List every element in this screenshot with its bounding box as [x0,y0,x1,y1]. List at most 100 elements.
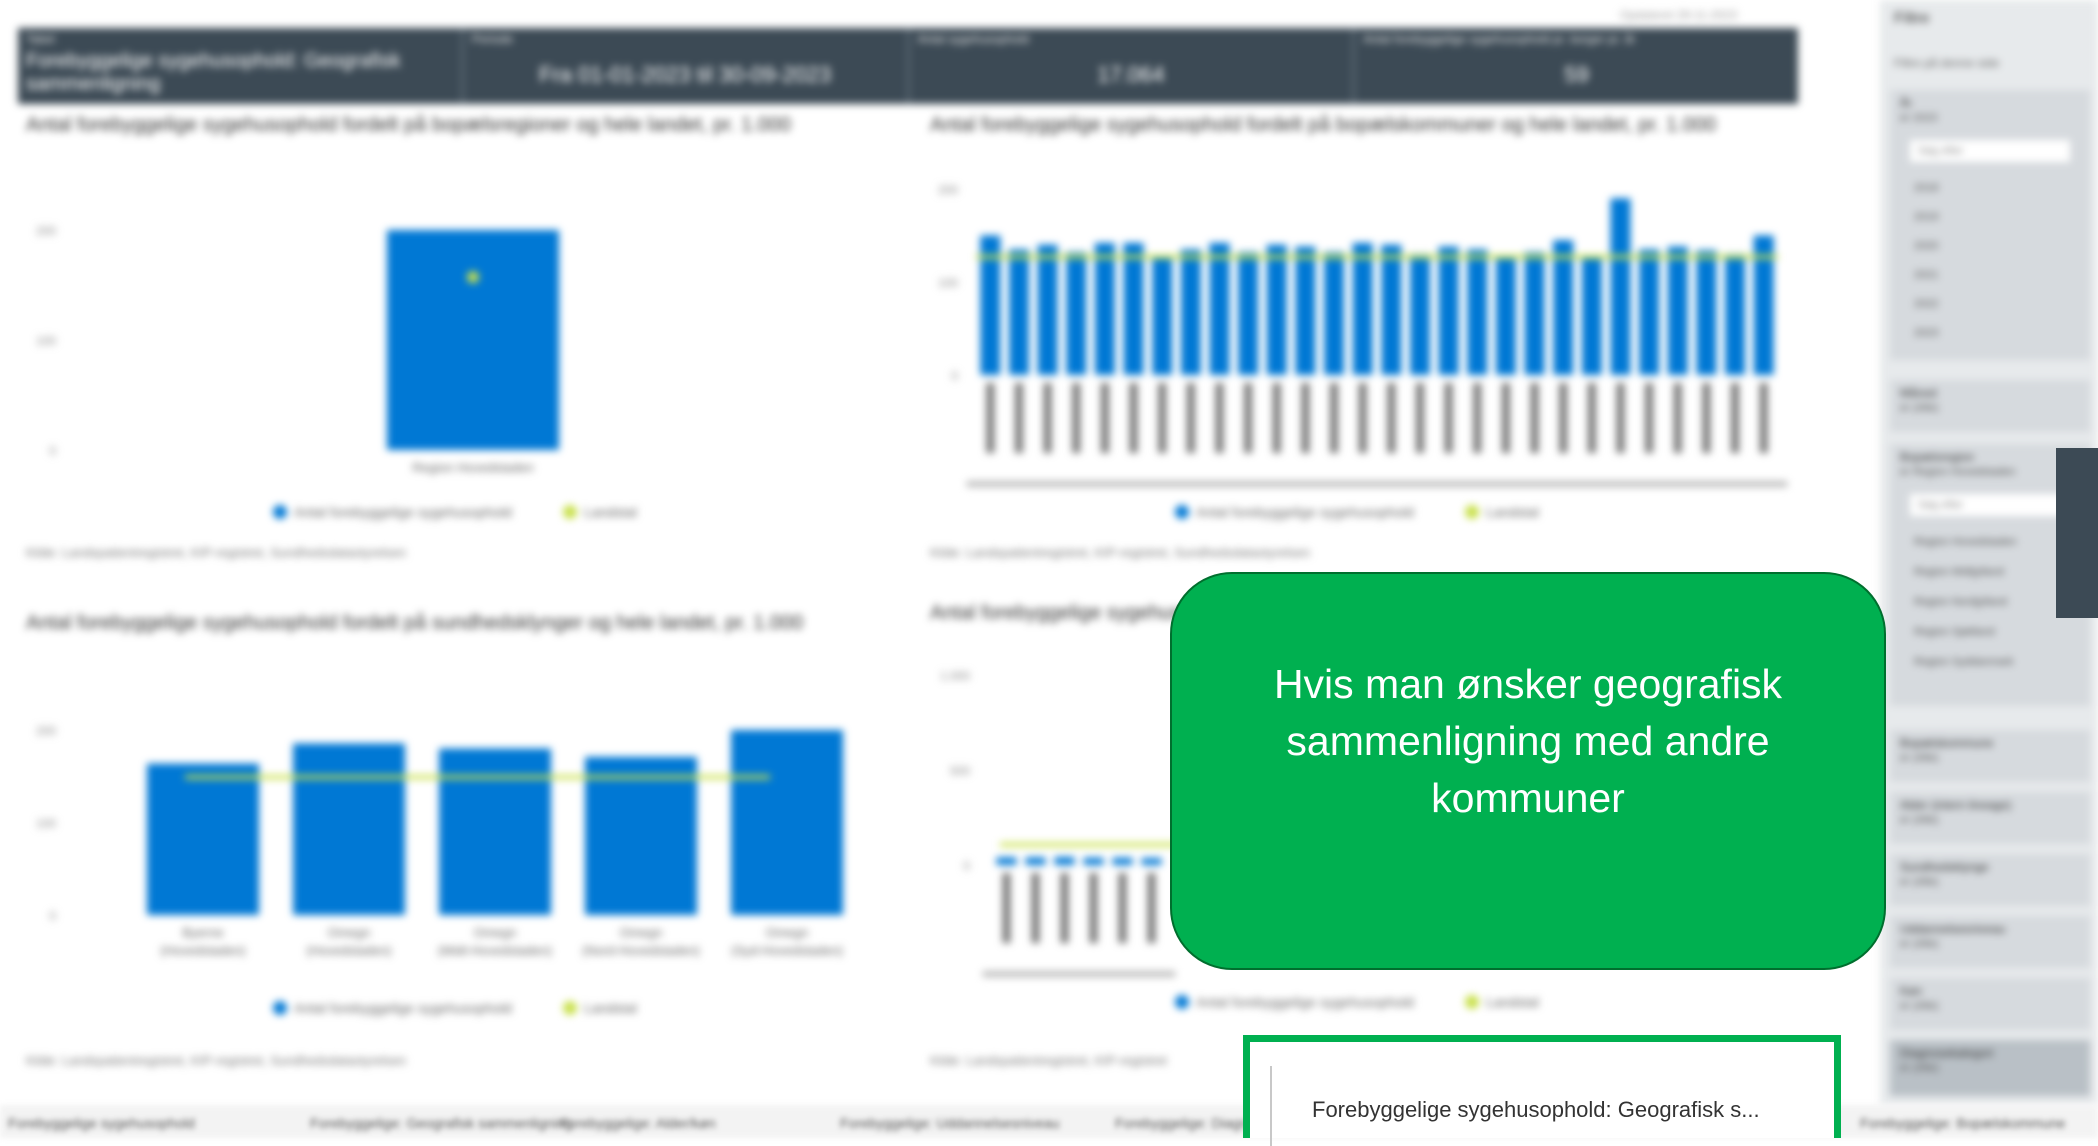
filter-card-value: er (Alle) [1900,1000,1939,1012]
x-tick-label [1645,383,1654,453]
chart-bar [387,230,559,450]
x-tick-label [1072,383,1081,453]
page-tab[interactable]: Forebyggelige: Geografisk sammenligning [310,1115,572,1131]
y-tick-label: 200 [938,183,958,197]
chart-source-other: Kilde: Landspatientregistret, KIP-regist… [930,1053,1168,1068]
chart-bar [1295,246,1316,375]
filter-option[interactable]: Region Nordjylland [1914,596,2007,608]
x-tick-label: (Midt-Hovedstaden) [438,943,552,958]
filter-card-value: er (Alle) [1900,938,1939,950]
legend-label: Landstal [584,504,637,520]
filter-card-title: Sundhedsklynge [1900,860,1989,874]
x-tick-label [1444,383,1453,453]
filter-card-title: Køn [1900,984,1923,998]
callout-bubble: Hvis man ønsker geografisk sammenligning… [1170,572,1886,970]
page-tab[interactable]: Forebyggelige: Alder/køn [560,1115,716,1131]
filter-option[interactable]: 2021 [1914,269,1938,281]
highlighted-page-tab-label: Forebyggelige sygehusophold: Geografisk … [1312,1097,1760,1122]
x-tick-label: Omegn [620,925,663,940]
x-tick-label [1060,873,1069,943]
filter-option[interactable]: 2020 [1914,240,1938,252]
y-tick-label: 0 [49,444,56,458]
x-tick-label: (Hovedstaden) [160,943,245,958]
filter-card-gender[interactable]: Køn er (Alle) [1890,978,2090,1030]
legend-label: Landstal [584,1000,637,1016]
legend-label: Antal forebyggelige sygehusophold [1196,504,1414,520]
filter-card-month[interactable]: Måned er (Alle) [1890,380,2090,432]
kpi-rate-label: Antal forebyggelige sygehusophold pr. bo… [1363,32,1636,46]
y-tick-label: 0 [49,909,56,923]
kpi-title-value: Forebyggelige sygehusophold: Geografisk … [26,50,401,95]
chart-bar [1180,249,1201,375]
legend-swatch [273,505,287,519]
chart-bar [439,748,551,915]
x-tick-label [1330,383,1339,453]
x-tick-label [1673,383,1682,453]
filter-option[interactable]: Region Midtjylland [1914,566,2004,578]
chart-bar [1553,240,1574,375]
filter-option[interactable]: Region Syddanmark [1914,656,2014,668]
pane-collapse-tab[interactable] [2056,448,2098,618]
filter-card-age[interactable]: Alder (intern lineage) er (Alle) [1890,792,2090,844]
chart-clusters[interactable]: 200 100 0 Byerne (Hovedstaden) Omegn (Hovedsta… [20,690,880,1025]
filter-option[interactable]: Region Sjælland [1914,626,1995,638]
filter-card-title: Bopælsregion [1900,450,1975,464]
y-tick-label: 200 [36,724,56,738]
filter-search-input[interactable]: Søg efter [1910,140,2070,162]
x-tick-label: Omegn [474,925,517,940]
page-tab[interactable]: Forebyggelige: Uddannelsesniveau [840,1115,1059,1131]
kpi-period-value: Fra 01-01-2023 til 30-09-2023 [538,62,832,87]
chart-municipalities[interactable]: 200 100 0 Antal forebyggelige sygehusophold… [930,175,1800,530]
filter-card-year[interactable]: År er 2023 Søg efter 2018 2019 2020 2021… [1890,90,2090,360]
filter-pane-subheader: Filtre på denne side [1894,56,2000,70]
chart-bar [1409,254,1430,375]
kpi-rate-value: 59 [1564,62,1589,87]
chart-bar [1438,246,1459,375]
x-tick-label [1031,873,1040,943]
chart-title-municipalities: Antal forebyggelige sygehusophold fordel… [930,114,1717,136]
kpi-count-card: Antal sygehusophold 17.064 [910,28,1356,104]
filter-search-input[interactable]: Søg efter [1910,494,2070,516]
update-timestamp: Opdateret 29-11-2023 [1620,8,1738,22]
y-tick-label: 0 [951,369,958,383]
page-tab[interactable]: Forebyggelige: Bopælskommune [1860,1115,2065,1131]
filter-option[interactable]: 2023 [1914,327,1938,339]
x-tick-label [1158,383,1167,453]
filter-card-cluster[interactable]: Sundhedsklynge er (Alle) [1890,854,2090,906]
filter-option[interactable]: 2019 [1914,211,1938,223]
highlighted-page-tab[interactable]: Forebyggelige sygehusophold: Geografisk … [1243,1035,1841,1146]
filter-card-title: Måned [1900,386,1937,400]
chart-bar [1123,242,1144,375]
chart-regions[interactable]: 200 100 0 Region Hovedstaden Antal forebygge… [20,200,880,530]
filter-option[interactable]: Region Hovedstaden [1914,536,2017,548]
y-tick-label: 100 [36,334,56,348]
filter-card-education[interactable]: Uddannelsesniveau er (Alle) [1890,916,2090,968]
filter-card-title: Diagnosekategori [1900,1046,1994,1060]
x-tick-label [1358,383,1367,453]
page-tab[interactable]: Forebyggelige sygehusophold [8,1115,195,1131]
legend-swatch [563,1001,577,1015]
filter-option[interactable]: 2018 [1914,182,1938,194]
x-tick-label [1089,873,1098,943]
x-tick-label: Region Hovedstaden [412,460,533,475]
filter-card-title: Alder (intern lineage) [1900,798,2012,812]
x-tick-label [1043,383,1052,453]
filter-card-value: er (Alle) [1900,876,1939,888]
legend-swatch [273,1001,287,1015]
legend-label: Antal forebyggelige sygehusophold [294,504,512,520]
legend-label: Landstal [1486,994,1539,1010]
kpi-count-value: 17.064 [1097,62,1165,87]
chart-bar [1725,254,1746,375]
x-tick-label: (Syd-Hovedstaden) [731,943,843,958]
filter-option[interactable]: 2022 [1914,298,1938,310]
filter-card-diagnosis[interactable]: Diagnosekategori er (Alle) [1890,1040,2090,1096]
filter-card-municipality[interactable]: Bopælskommune er (Alle) [1890,730,2090,782]
x-tick-label [1616,383,1625,453]
x-tick-label [986,383,995,453]
chart-bar [1083,857,1104,865]
legend-label: Antal forebyggelige sygehusophold [294,1000,512,1016]
chart-bar [1141,858,1162,865]
chart-source-regions: Kilde: Landspatientregistret, KIP-regist… [26,545,407,560]
callout-text: Hvis man ønsker geografisk sammenligning… [1273,660,1783,821]
filter-card-value: er (Alle) [1900,1062,1939,1074]
